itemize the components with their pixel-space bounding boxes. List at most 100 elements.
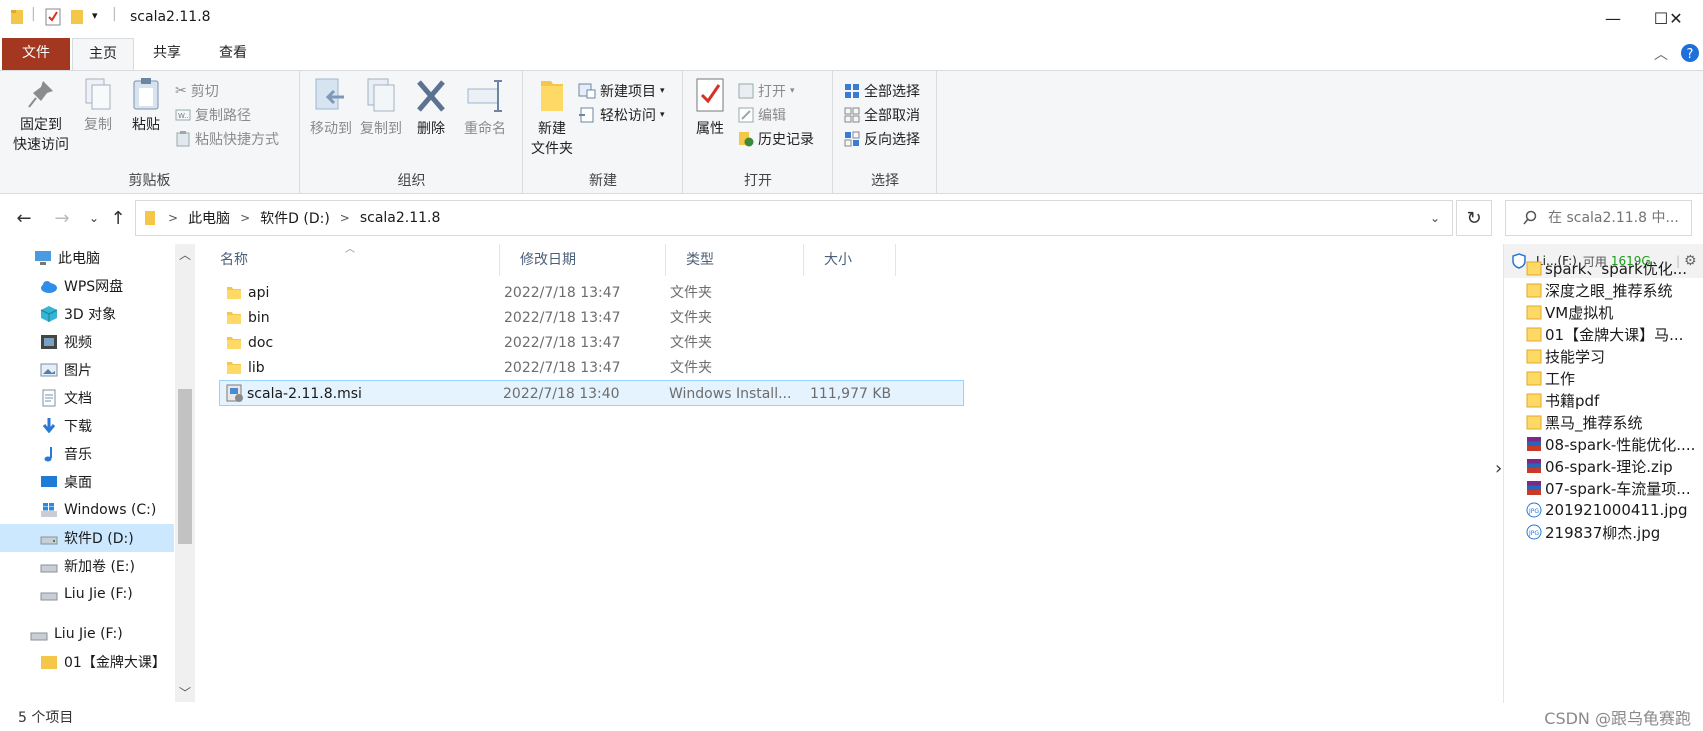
nav-item-drive-f[interactable]: Liu Jie (F:) [0, 580, 174, 608]
right-pane-item[interactable]: 01【金牌大课】马... [1526, 322, 1683, 346]
scroll-down-icon[interactable]: ﹀ [179, 684, 191, 701]
address-dropdown-icon[interactable]: ⌄ [1430, 211, 1440, 225]
collapse-ribbon-icon[interactable]: ︿ [1654, 44, 1668, 64]
customize-quick-access-icon[interactable]: ▾ [92, 9, 98, 22]
right-pane-item[interactable]: 07-spark-车流量项... [1526, 476, 1691, 500]
easy-access-button[interactable]: 轻松访问 ▾ [578, 103, 665, 127]
column-header-name[interactable]: 名称 ︿ [200, 244, 500, 276]
search-input[interactable] [1548, 210, 1678, 226]
nav-item-drive-c[interactable]: Windows (C:) [0, 496, 174, 524]
right-pane-item-label: 08-spark-性能优化.... [1545, 435, 1696, 454]
file-size: 111,977 KB [810, 386, 892, 402]
nav-item-music[interactable]: 音乐 [0, 440, 174, 468]
invert-selection-button[interactable]: 反向选择 [844, 127, 920, 151]
file-name: lib [248, 360, 265, 376]
copy-to-button[interactable]: 复制到 [357, 77, 405, 139]
copy-button[interactable]: 复制 [76, 77, 120, 135]
move-to-button[interactable]: 移动到 [307, 77, 355, 139]
nav-scrollbar[interactable]: ︿ ﹀ [175, 244, 195, 702]
navigation-pane: 此电脑 WPS网盘 3D 对象 视频 图片 文档 下载 音乐 桌面 Window… [0, 244, 196, 703]
breadcrumb-drive-d[interactable]: 软件D (D:) [260, 208, 330, 228]
right-pane-item[interactable]: 技能学习 [1526, 344, 1605, 368]
recent-locations-button[interactable]: ⌄ [82, 206, 106, 230]
jpg-icon: JPG [1526, 502, 1542, 518]
nav-item-pictures[interactable]: 图片 [0, 356, 174, 384]
rename-button[interactable]: 重命名 [459, 77, 511, 139]
column-header-size[interactable]: 大小 [804, 244, 896, 276]
select-none-button[interactable]: 全部取消 [844, 103, 920, 127]
tab-view[interactable]: 查看 [202, 38, 264, 70]
right-pane-item[interactable]: 黑马_推荐系统 [1526, 410, 1643, 434]
nav-item-this-pc[interactable]: 此电脑 [0, 244, 174, 272]
paste-shortcut-button[interactable]: 粘贴快捷方式 [175, 127, 279, 151]
right-pane-item[interactable]: 工作 [1526, 366, 1575, 390]
right-pane-item[interactable]: 08-spark-性能优化.... [1526, 432, 1695, 456]
right-pane-item-label: 技能学习 [1545, 347, 1606, 366]
right-pane-item[interactable]: 06-spark-理论.zip [1526, 454, 1673, 478]
scroll-up-icon[interactable]: ︿ [179, 246, 191, 263]
copy-to-icon [367, 78, 395, 112]
edit-icon [738, 107, 754, 123]
refresh-button[interactable]: ↻ [1456, 200, 1492, 236]
help-icon[interactable]: ? [1680, 43, 1700, 63]
nav-item-documents[interactable]: 文档 [0, 384, 174, 412]
history-button[interactable]: 历史记录 [738, 127, 814, 151]
new-folder-quick-icon[interactable] [70, 8, 84, 26]
file-row[interactable]: lib 2022/7/18 13:47 文件夹 [220, 355, 970, 381]
delete-button[interactable]: 删除 [411, 77, 451, 139]
edit-button[interactable]: 编辑 [738, 103, 786, 127]
nav-item-desktop[interactable]: 桌面 [0, 468, 174, 496]
file-row-selected[interactable]: scala-2.11.8.msi 2022/7/18 13:40 Windows… [219, 380, 964, 406]
column-header-modified[interactable]: 修改日期 [500, 244, 666, 276]
cut-button[interactable]: ✂ 剪切 [175, 79, 219, 103]
properties-button[interactable]: 属性 [690, 77, 730, 139]
breadcrumb-this-pc[interactable]: 此电脑 [188, 208, 230, 228]
properties-icon [696, 78, 724, 112]
folder-icon [144, 209, 156, 227]
file-row[interactable]: bin 2022/7/18 13:47 文件夹 [220, 305, 970, 331]
open-button[interactable]: 打开 ▾ [738, 79, 795, 103]
search-box[interactable] [1505, 200, 1692, 236]
nav-item-wps-cloud[interactable]: WPS网盘 [0, 272, 174, 300]
file-row[interactable]: doc 2022/7/18 13:47 文件夹 [220, 330, 970, 356]
pin-to-quick-access-button[interactable]: 固定到 快速访问 [6, 77, 76, 155]
right-pane-item[interactable]: 深度之眼_推荐系统 [1526, 278, 1673, 302]
column-header-type[interactable]: 类型 [666, 244, 804, 276]
back-button[interactable]: ← [12, 206, 36, 230]
breadcrumb-current-folder[interactable]: scala2.11.8 [360, 210, 441, 226]
right-pane-item[interactable]: spark、spark优化... [1526, 256, 1687, 280]
folder-icon [227, 312, 241, 324]
toolbar-separator: | [112, 6, 117, 22]
clipboard-group-label: 剪贴板 [128, 173, 171, 189]
new-item-button[interactable]: 新建项目 ▾ [578, 79, 665, 103]
nav-item-folder[interactable]: 01【金牌大课】 [0, 648, 174, 676]
properties-quick-icon[interactable] [45, 8, 61, 26]
paste-button[interactable]: 粘贴 [124, 77, 168, 135]
select-all-button[interactable]: 全部选择 [844, 79, 920, 103]
nav-item-downloads[interactable]: 下载 [0, 412, 174, 440]
right-pane-item[interactable]: 书籍pdf [1526, 388, 1599, 412]
nav-item-drive-d[interactable]: 软件D (D:) [0, 524, 174, 552]
up-button[interactable]: ↑ [106, 206, 130, 230]
right-pane-item-label: 201921000411.jpg [1545, 501, 1688, 519]
scrollbar-thumb[interactable] [178, 389, 192, 544]
address-bar[interactable]: > 此电脑 > 软件D (D:) > scala2.11.8 ⌄ [135, 200, 1453, 236]
file-row[interactable]: api 2022/7/18 13:47 文件夹 [220, 280, 970, 306]
nav-item-drive-f-root[interactable]: Liu Jie (F:) [0, 620, 174, 648]
right-pane-item[interactable]: JPG 201921000411.jpg [1526, 498, 1688, 522]
file-type: 文件夹 [670, 360, 712, 376]
nav-item-videos[interactable]: 视频 [0, 328, 174, 356]
right-pane-item[interactable]: VM虚拟机 [1526, 300, 1613, 324]
minimize-button[interactable]: — [1589, 0, 1637, 36]
forward-button[interactable]: → [50, 206, 74, 230]
close-button[interactable]: ✕ [1652, 0, 1700, 36]
tab-share[interactable]: 共享 [136, 38, 198, 70]
tab-file[interactable]: 文件 [2, 38, 70, 70]
tab-home[interactable]: 主页 [72, 38, 134, 70]
right-pane-item[interactable]: JPG 219837柳杰.jpg [1526, 520, 1660, 544]
new-folder-button[interactable]: 新建 文件夹 [526, 77, 578, 159]
copy-path-button[interactable]: W.. 复制路径 [175, 103, 251, 127]
nav-item-3d-objects[interactable]: 3D 对象 [0, 300, 174, 328]
nav-item-drive-e[interactable]: 新加卷 (E:) [0, 552, 174, 580]
column-type-label: 类型 [686, 252, 714, 268]
